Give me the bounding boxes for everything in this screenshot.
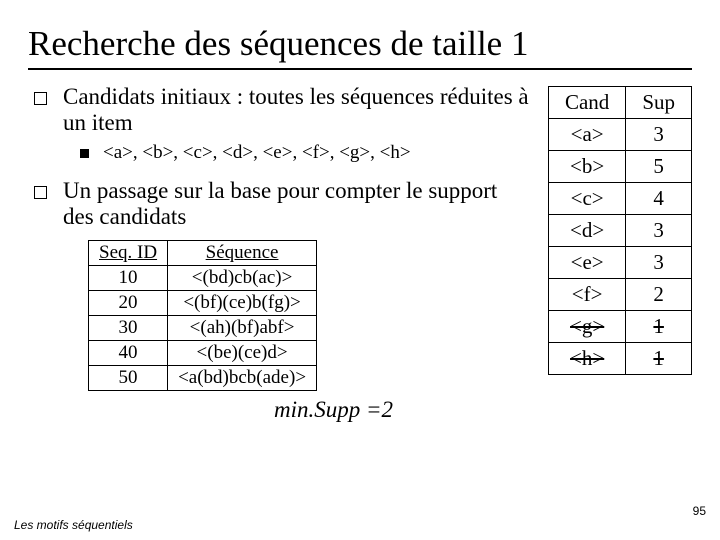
sequence-cell: <a(bd)bcb(ade)> (168, 366, 317, 391)
table-header-row: Seq. ID Séquence (89, 241, 317, 266)
page-number: 95 (693, 504, 706, 518)
seq-id-cell: 50 (89, 366, 168, 391)
sequence-cell: <(be)(ce)d> (168, 341, 317, 366)
content-row: Candidats initiaux : toutes les séquence… (28, 84, 692, 423)
table-row: <a> 3 (548, 119, 691, 151)
slide-title: Recherche des séquences de taille 1 (28, 24, 692, 64)
bullet-1-text: Candidats initiaux : toutes les séquence… (63, 84, 530, 136)
cand-cell: <a> (548, 119, 625, 151)
sequence-header: Séquence (168, 241, 317, 266)
bullet-2-text: Un passage sur la base pour compter le s… (63, 178, 530, 230)
sequence-cell: <(ah)(bf)abf> (168, 316, 317, 341)
sup-cell: 4 (626, 183, 692, 215)
table-row: <f> 2 (548, 279, 691, 311)
sup-cell: 1 (626, 343, 692, 375)
table-row: <b> 5 (548, 151, 691, 183)
table-row: <d> 3 (548, 215, 691, 247)
min-supp-label: min.Supp =2 (274, 397, 530, 423)
table-header-row: Cand Sup (548, 87, 691, 119)
table-row: 30 <(ah)(bf)abf> (89, 316, 317, 341)
bullet-filled-square-icon (80, 149, 89, 158)
table-row: 20 <(bf)(ce)b(fg)> (89, 291, 317, 316)
bullet-open-square-icon (34, 186, 47, 199)
bullet-open-square-icon (34, 92, 47, 105)
cand-cell: <d> (548, 215, 625, 247)
seq-id-cell: 30 (89, 316, 168, 341)
sequence-cell: <(bf)(ce)b(fg)> (168, 291, 317, 316)
candidate-table: Cand Sup <a> 3 <b> 5 <c> 4 <d> 3 (548, 86, 692, 375)
sup-cell: 2 (626, 279, 692, 311)
seq-id-cell: 20 (89, 291, 168, 316)
table-row: 10 <(bd)cb(ac)> (89, 266, 317, 291)
sup-cell: 3 (626, 119, 692, 151)
sup-header: Sup (626, 87, 692, 119)
sequence-cell: <(bd)cb(ac)> (168, 266, 317, 291)
left-column: Candidats initiaux : toutes les séquence… (28, 84, 530, 423)
table-row: 50 <a(bd)bcb(ade)> (89, 366, 317, 391)
cand-cell: <c> (548, 183, 625, 215)
seq-id-cell: 10 (89, 266, 168, 291)
title-rule (28, 68, 692, 70)
sup-cell: 1 (626, 311, 692, 343)
cand-cell: <g> (548, 311, 625, 343)
table-row: 40 <(be)(ce)d> (89, 341, 317, 366)
cand-cell: <e> (548, 247, 625, 279)
seq-id-cell: 40 (89, 341, 168, 366)
bullet-1: Candidats initiaux : toutes les séquence… (34, 84, 530, 136)
sup-cell: 5 (626, 151, 692, 183)
table-row-eliminated: <g> 1 (548, 311, 691, 343)
bullet-2: Un passage sur la base pour compter le s… (34, 178, 530, 230)
sequence-table: Seq. ID Séquence 10 <(bd)cb(ac)> 20 <(bf… (88, 240, 317, 391)
bullet-1-sub-text: <a>, <b>, <c>, <d>, <e>, <f>, <g>, <h> (103, 142, 411, 164)
cand-header: Cand (548, 87, 625, 119)
sup-cell: 3 (626, 215, 692, 247)
table-row: <e> 3 (548, 247, 691, 279)
cand-cell: <h> (548, 343, 625, 375)
slide: Recherche des séquences de taille 1 Cand… (0, 0, 720, 540)
seq-id-header: Seq. ID (89, 241, 168, 266)
table-row: <c> 4 (548, 183, 691, 215)
cand-cell: <b> (548, 151, 625, 183)
footer-text: Les motifs séquentiels (14, 518, 133, 532)
bullet-1-sub: <a>, <b>, <c>, <d>, <e>, <f>, <g>, <h> (80, 142, 530, 164)
sup-cell: 3 (626, 247, 692, 279)
table-row-eliminated: <h> 1 (548, 343, 691, 375)
cand-cell: <f> (548, 279, 625, 311)
right-column: Cand Sup <a> 3 <b> 5 <c> 4 <d> 3 (548, 84, 692, 375)
